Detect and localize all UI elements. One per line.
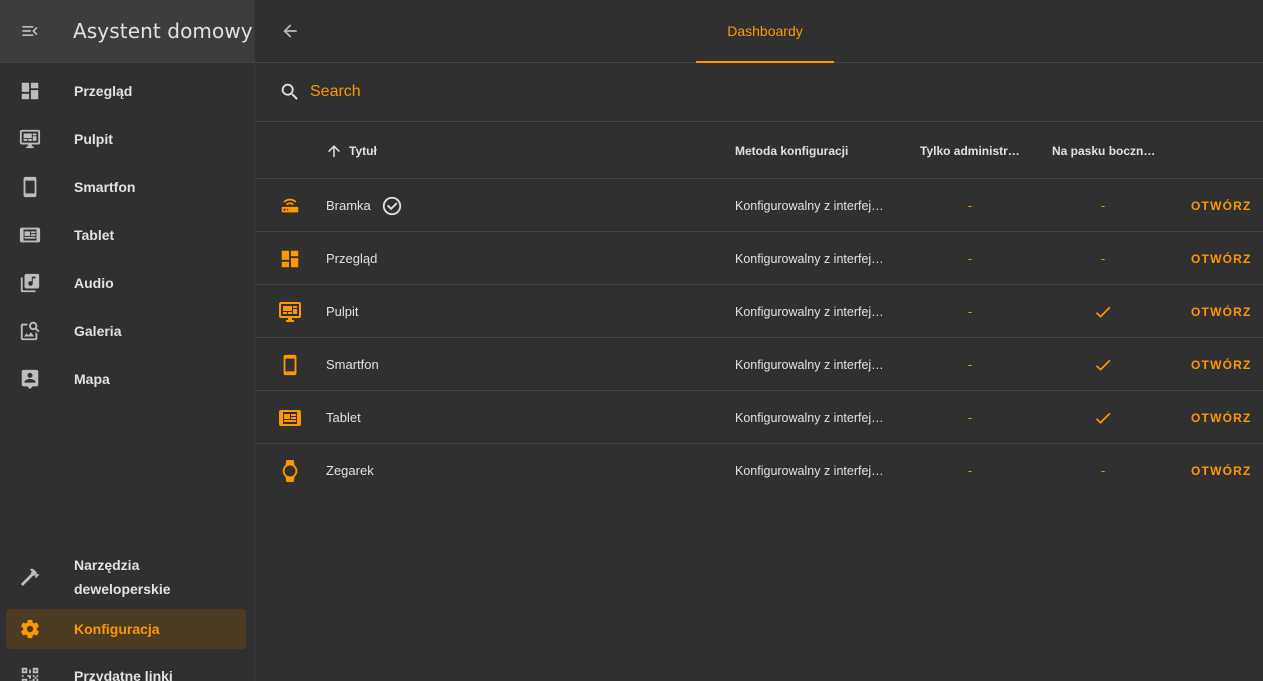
row-method: Konfigurowalny z interfej…: [735, 304, 884, 319]
monitor-dashboard-icon: [277, 285, 303, 338]
sidebar-item-label: Przegląd: [74, 83, 133, 99]
open-button[interactable]: OTWÓRZ: [1191, 338, 1252, 391]
row-method: Konfigurowalny z interfej…: [735, 251, 884, 266]
row-method: Konfigurowalny z interfej…: [735, 198, 884, 213]
sidebar-item-przeglad[interactable]: Przegląd: [6, 71, 246, 111]
row-title: Bramka: [326, 179, 403, 232]
sidebar-item-label: Audio: [74, 275, 114, 291]
sidebar-title: Asystent domowy: [73, 19, 253, 43]
sidebar-item-galeria[interactable]: Galeria: [6, 311, 246, 351]
qrcode-icon: [6, 656, 54, 681]
open-button[interactable]: OTWÓRZ: [1191, 444, 1252, 497]
router-wireless-icon: [277, 179, 303, 232]
column-header-title[interactable]: Tytuł: [325, 122, 377, 179]
row-admin: -: [967, 304, 973, 319]
row-title: Przegląd: [326, 251, 378, 266]
column-header-label: Tylko administr…: [920, 143, 1020, 158]
music-library-icon: [6, 263, 54, 303]
tablet-dashboard-icon: [6, 215, 54, 255]
sidebar: Asystent domowy Przegląd Pulpit Smartfon…: [0, 0, 255, 681]
table-header: Tytuł Metoda konfiguracji Tylko administ…: [255, 122, 1263, 179]
check-icon: [1093, 338, 1113, 391]
back-button[interactable]: [275, 16, 305, 46]
sidebar-item-tablet[interactable]: Tablet: [6, 215, 246, 255]
table-row[interactable]: Przegląd Konfigurowalny z interfej… - - …: [255, 232, 1263, 285]
open-button[interactable]: OTWÓRZ: [1191, 179, 1252, 232]
sidebar-item-label: Narzędzia deweloperskie: [74, 557, 171, 597]
table-row[interactable]: Zegarek Konfigurowalny z interfej… - - O…: [255, 444, 1263, 497]
monitor-dashboard-icon: [6, 119, 54, 159]
row-title-text: Bramka: [326, 198, 371, 213]
row-admin: -: [967, 463, 973, 478]
row-title: Tablet: [326, 410, 361, 425]
sidebar-item-pulpit[interactable]: Pulpit: [6, 119, 246, 159]
sidebar-item-label: Przydatne linki: [74, 668, 173, 681]
hammer-icon: [6, 553, 54, 601]
column-header-sidebar[interactable]: Na pasku boczn…: [1052, 122, 1155, 179]
open-button[interactable]: OTWÓRZ: [1191, 232, 1252, 285]
row-method: Konfigurowalny z interfej…: [735, 410, 884, 425]
tab-dashboardy[interactable]: Dashboardy: [696, 0, 834, 63]
search-input[interactable]: [310, 83, 710, 101]
arrow-left-icon: [283, 24, 297, 38]
sidebar-item-label: Pulpit: [74, 131, 113, 147]
row-title: Zegarek: [326, 463, 374, 478]
column-header-label: Tytuł: [349, 143, 377, 158]
watch-icon: [277, 444, 303, 497]
sidebar-item-label: Mapa: [74, 371, 110, 387]
cellphone-icon: [277, 338, 303, 391]
row-method: Konfigurowalny z interfej…: [735, 357, 884, 372]
column-header-label: Metoda konfiguracji: [735, 143, 849, 158]
column-header-method[interactable]: Metoda konfiguracji: [735, 122, 848, 179]
check-icon: [1093, 285, 1113, 338]
search-icon: [279, 81, 301, 103]
view-dashboard-icon: [6, 71, 54, 111]
arrow-up-icon: [328, 144, 340, 157]
menu-toggle-button[interactable]: [0, 0, 60, 63]
account-box-icon: [6, 359, 54, 399]
sidebar-header: Asystent domowy: [0, 0, 254, 63]
tablet-dashboard-icon: [277, 391, 303, 444]
view-dashboard-icon: [277, 232, 303, 285]
check-circle-outline-icon: [381, 195, 403, 217]
row-method: Konfigurowalny z interfej…: [735, 463, 884, 478]
sidebar-item-audio[interactable]: Audio: [6, 263, 246, 303]
sidebar-item-label: Konfiguracja: [74, 621, 160, 637]
sidebar-item-mapa[interactable]: Mapa: [6, 359, 246, 399]
cog-icon: [6, 609, 54, 649]
open-button[interactable]: OTWÓRZ: [1191, 391, 1252, 444]
table-row[interactable]: Bramka Konfigurowalny z interfej… - - OT…: [255, 179, 1263, 232]
sidebar-item-przydatne-linki[interactable]: Przydatne linki: [6, 656, 246, 681]
row-sidebar: -: [1100, 198, 1106, 213]
tab-label: Dashboardy: [727, 22, 803, 39]
row-admin: -: [967, 198, 973, 213]
row-title: Smartfon: [326, 357, 379, 372]
check-icon: [1093, 391, 1113, 444]
table-row[interactable]: Tablet Konfigurowalny z interfej… - OTWÓ…: [255, 391, 1263, 444]
row-sidebar: -: [1100, 463, 1106, 478]
sidebar-item-label: Tablet: [74, 227, 115, 243]
row-sidebar: -: [1100, 251, 1106, 266]
row-title: Pulpit: [326, 304, 359, 319]
row-admin: -: [967, 410, 973, 425]
image-search-icon: [6, 311, 54, 351]
row-admin: -: [967, 251, 973, 266]
table-row[interactable]: Pulpit Konfigurowalny z interfej… - OTWÓ…: [255, 285, 1263, 338]
open-button[interactable]: OTWÓRZ: [1191, 285, 1252, 338]
table-row[interactable]: Smartfon Konfigurowalny z interfej… - OT…: [255, 338, 1263, 391]
search-bar: [255, 63, 1263, 122]
sidebar-item-smartfon[interactable]: Smartfon: [6, 167, 246, 207]
row-admin: -: [967, 357, 973, 372]
sidebar-item-narzedzia[interactable]: Narzędzia deweloperskie: [6, 553, 246, 601]
column-header-admin[interactable]: Tylko administr…: [920, 122, 1020, 179]
column-header-label: Na pasku boczn…: [1052, 143, 1156, 158]
sidebar-item-konfiguracja[interactable]: Konfiguracja: [6, 609, 246, 649]
dashboards-table: Tytuł Metoda konfiguracji Tylko administ…: [255, 122, 1263, 497]
sidebar-item-label: Smartfon: [74, 179, 136, 195]
cellphone-icon: [6, 167, 54, 207]
menu-open-icon: [22, 26, 38, 36]
top-app-bar: Dashboardy: [255, 0, 1263, 63]
sidebar-item-label: Galeria: [74, 323, 122, 339]
